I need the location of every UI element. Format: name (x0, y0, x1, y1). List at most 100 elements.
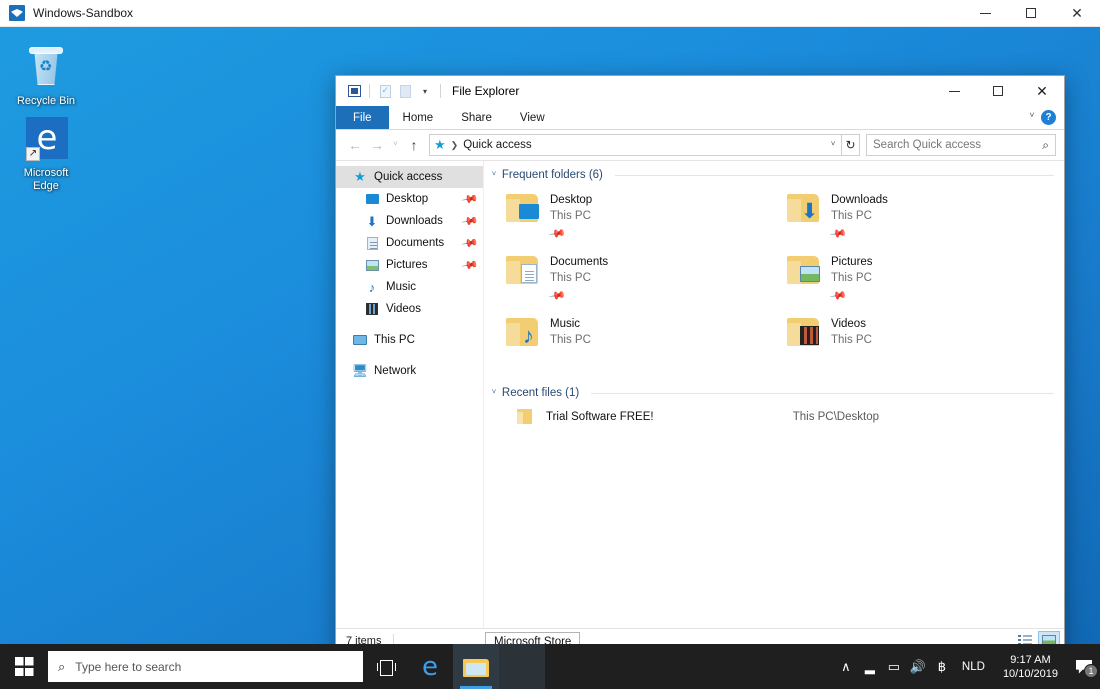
taskbar-app-microsoft-edge[interactable]: e (407, 644, 453, 689)
details-view-icon[interactable] (1014, 631, 1036, 644)
explorer-icon[interactable] (344, 81, 364, 101)
taskbar-search-input[interactable]: ⌕ Type here to search (48, 651, 363, 682)
tab-view[interactable]: View (506, 106, 559, 129)
pin-icon[interactable]: 📌 (547, 286, 566, 305)
pin-icon[interactable]: 📌 (828, 286, 847, 305)
maximize-icon (993, 86, 1003, 96)
pin-icon[interactable]: 📌 (828, 224, 847, 243)
pin-icon[interactable]: 📌 (547, 224, 566, 243)
quick-access-toolbar[interactable]: ▾ (336, 81, 446, 101)
recent-locations-chevron-icon[interactable]: ⱽ (388, 134, 403, 156)
sidebar-item-this-pc[interactable]: This PC (336, 329, 483, 351)
minimize-icon (979, 12, 991, 14)
desktop-surface[interactable]: ♻ Recycle Bin e ↗ Microsoft Edge ▾ File … (0, 27, 1100, 644)
sidebar-item-network[interactable]: 🖥 Network (336, 360, 483, 382)
sandbox-close-button[interactable]: ✕ (1054, 0, 1100, 27)
view-mode-buttons[interactable] (1014, 630, 1060, 644)
windows-logo-icon (14, 657, 34, 676)
section-title: Frequent folders (6) (501, 169, 603, 181)
new-folder-icon[interactable] (395, 81, 415, 101)
recent-file-row[interactable]: Trial Software FREE! This PC\Desktop (492, 405, 1054, 429)
back-button[interactable]: ← (344, 134, 366, 156)
system-tray[interactable]: ∧ ▂ ▭ 🔊 ฿ NLD 9:17 AM 10/10/2019 1 (834, 644, 1100, 689)
notification-badge: 1 (1084, 664, 1098, 678)
content-pane[interactable]: ⱽ Frequent folders (6) Desktop This PC 📌… (484, 161, 1064, 628)
sidebar-item-documents[interactable]: Documents 📌 (336, 232, 483, 254)
sandbox-maximize-button[interactable] (1008, 0, 1054, 27)
explorer-minimize-button[interactable] (932, 76, 976, 106)
properties-icon[interactable] (375, 81, 395, 101)
help-icon[interactable]: ? (1041, 110, 1056, 125)
ribbon-tabstrip[interactable]: File Home Share View ⱽ ? (336, 106, 1064, 130)
recent-file-location: This PC\Desktop (792, 411, 879, 423)
sidebar-item-pictures[interactable]: Pictures 📌 (336, 254, 483, 276)
address-dropdown-chevron-icon[interactable]: ⱽ (831, 140, 837, 151)
language-indicator[interactable]: NLD (954, 644, 993, 689)
pin-icon[interactable]: 📌 (461, 212, 480, 231)
file-explorer-window[interactable]: ▾ File Explorer ✕ File Home Share View ⱽ… (335, 75, 1065, 644)
document-icon (364, 235, 380, 251)
folder-name: Documents (550, 256, 609, 268)
chevron-down-icon[interactable]: ⱽ (492, 388, 496, 399)
folder-item-downloads[interactable]: ⬇ Downloads This PC 📌 (773, 187, 1054, 249)
folder-item-music[interactable]: ♪ Music This PC (492, 311, 773, 373)
sidebar-item-downloads[interactable]: ⬇ Downloads 📌 (336, 210, 483, 232)
volume-icon[interactable]: 🔊 (906, 644, 930, 689)
sandbox-minimize-button[interactable] (962, 0, 1008, 27)
pin-icon[interactable]: 📌 (461, 190, 480, 209)
folder-icon (504, 253, 542, 287)
folder-item-desktop[interactable]: Desktop This PC 📌 (492, 187, 773, 249)
battery-icon[interactable]: ▂ (858, 644, 882, 689)
network-icon[interactable]: ▭ (882, 644, 906, 689)
sidebar-item-music[interactable]: ♪ Music (336, 276, 483, 298)
taskbar-app-file-explorer[interactable] (453, 644, 499, 689)
customize-qat-chevron-icon[interactable]: ▾ (415, 81, 435, 101)
sidebar-item-desktop[interactable]: Desktop 📌 (336, 188, 483, 210)
search-placeholder: Type here to search (75, 659, 182, 674)
explorer-window-controls: ✕ (932, 76, 1064, 106)
taskbar[interactable]: ⌕ Type here to search e ∧ ▂ ▭ 🔊 ฿ NLD 9:… (0, 644, 1100, 689)
search-icon: ⌕ (1042, 137, 1049, 152)
clock-time: 9:17 AM (1010, 653, 1051, 666)
notification-center-button[interactable]: 1 (1068, 644, 1100, 689)
start-button[interactable] (0, 644, 48, 689)
expand-ribbon-chevron-icon[interactable]: ⱽ (1030, 112, 1034, 123)
frequent-folders-grid[interactable]: Desktop This PC 📌 ⬇ Downloads This PC 📌 … (492, 187, 1054, 373)
tab-file[interactable]: File (336, 106, 389, 129)
task-view-button[interactable] (363, 644, 407, 689)
explorer-close-button[interactable]: ✕ (1020, 76, 1064, 106)
explorer-titlebar[interactable]: ▾ File Explorer ✕ (336, 76, 1064, 106)
address-bar[interactable]: ★ ❯ Quick access ⱽ (429, 134, 842, 156)
breadcrumb-separator-icon[interactable]: ❯ (451, 140, 459, 151)
address-bar-row[interactable]: ← → ⱽ ↑ ★ ❯ Quick access ⱽ ↻ Search Quic… (336, 130, 1064, 160)
folder-item-pictures[interactable]: Pictures This PC 📌 (773, 249, 1054, 311)
folder-item-documents[interactable]: Documents This PC 📌 (492, 249, 773, 311)
show-hidden-icons-button[interactable]: ∧ (834, 644, 858, 689)
folder-location: This PC (550, 210, 591, 222)
breadcrumb-current[interactable]: Quick access (463, 139, 531, 151)
close-icon: ✕ (1071, 5, 1083, 21)
up-button[interactable]: ↑ (403, 134, 425, 156)
sidebar-item-quick-access[interactable]: ★ Quick access (336, 166, 483, 188)
sidebar-item-videos[interactable]: Videos (336, 298, 483, 320)
frequent-folders-header[interactable]: ⱽ Frequent folders (6) (492, 169, 1054, 181)
taskbar-app-microsoft-store[interactable] (499, 644, 545, 689)
folder-item-videos[interactable]: Videos This PC (773, 311, 1054, 373)
refresh-button[interactable]: ↻ (842, 134, 860, 156)
large-icons-view-icon[interactable] (1038, 630, 1060, 644)
clock[interactable]: 9:17 AM 10/10/2019 (993, 644, 1068, 689)
desktop-icon-microsoft-edge[interactable]: e ↗ Microsoft Edge (8, 115, 84, 193)
explorer-maximize-button[interactable] (976, 76, 1020, 106)
tab-home[interactable]: Home (389, 106, 448, 129)
search-input[interactable]: Search Quick access ⌕ (866, 134, 1056, 156)
bluetooth-icon[interactable]: ฿ (930, 644, 954, 689)
desktop-icon-recycle-bin[interactable]: ♻ Recycle Bin (8, 43, 84, 108)
pin-icon[interactable]: 📌 (461, 234, 480, 253)
forward-button[interactable]: → (366, 134, 388, 156)
desktop-icon-label: Recycle Bin (16, 95, 76, 107)
tab-share[interactable]: Share (447, 106, 506, 129)
recent-files-header[interactable]: ⱽ Recent files (1) (492, 387, 1054, 399)
chevron-down-icon[interactable]: ⱽ (492, 170, 496, 181)
pin-icon[interactable]: 📌 (461, 256, 480, 275)
navigation-pane[interactable]: ★ Quick access Desktop 📌 ⬇ Downloads 📌 D… (336, 161, 484, 628)
